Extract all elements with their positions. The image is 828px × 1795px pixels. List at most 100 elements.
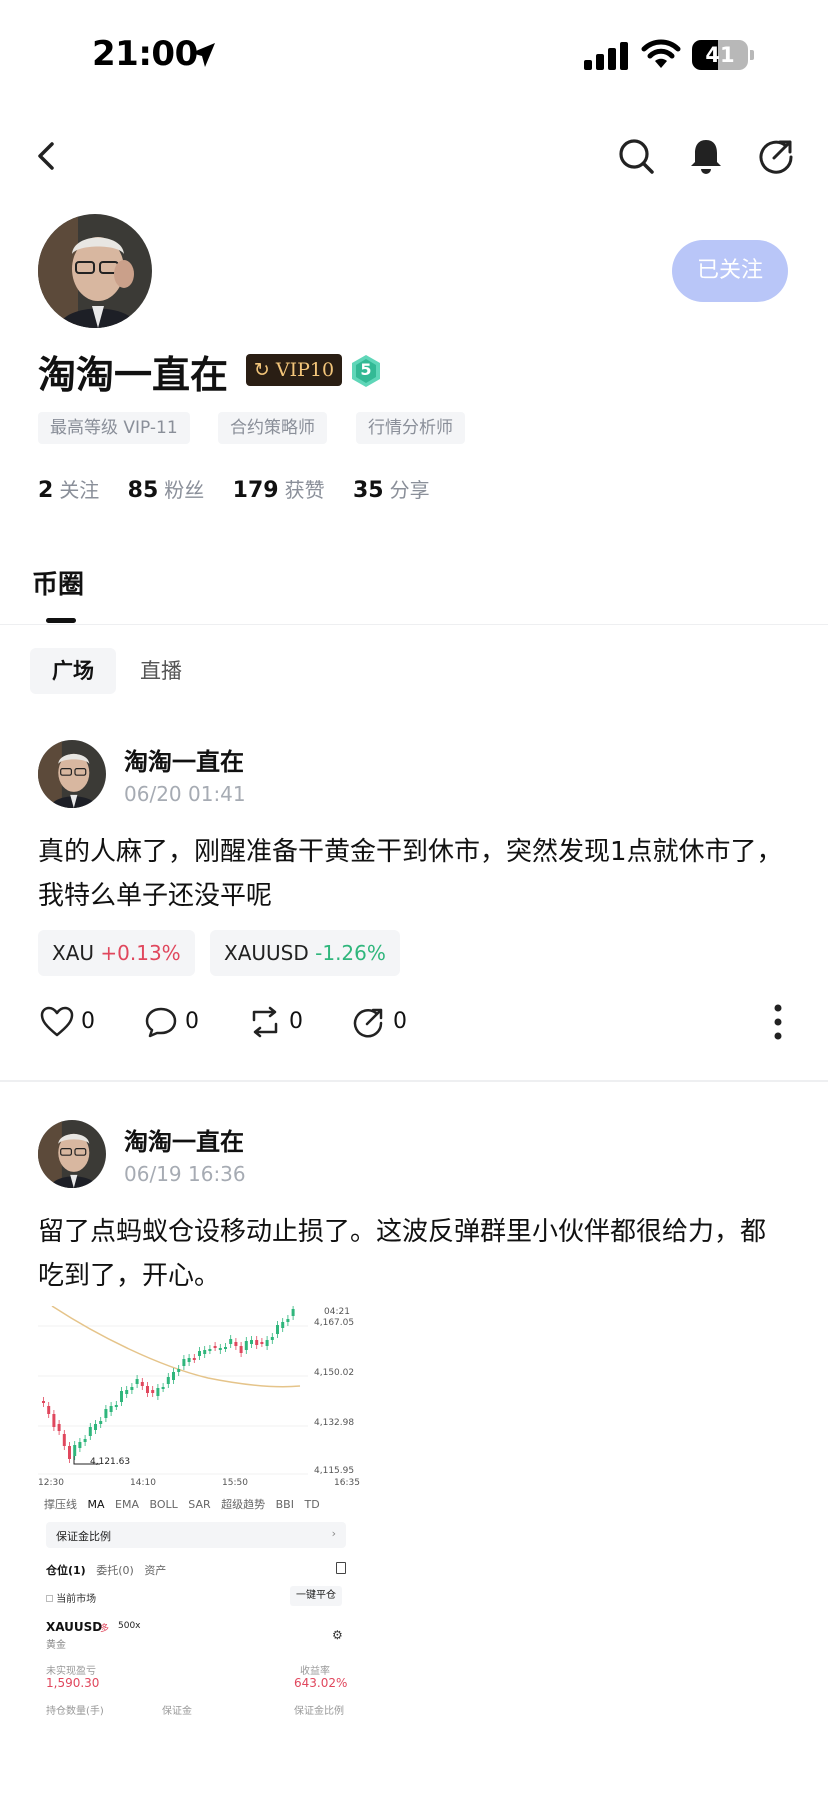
candle-body <box>229 1339 233 1344</box>
like-button[interactable]: 0 <box>40 1002 95 1042</box>
stat-followers[interactable]: 85 粉丝 <box>128 478 227 503</box>
indicator-bar: 撑压线 MA EMA BOLL SAR 超级趋势 BBI TD <box>44 1498 320 1511</box>
position-leverage: 500x <box>118 1621 141 1631</box>
subtab-square[interactable]: 广场 <box>30 648 116 694</box>
post-body[interactable]: 真的人麻了，刚醒准备干黄金干到休市，突然发现1点就休市了，我特么单子还没平呢 <box>38 830 790 918</box>
location-arrow-icon <box>191 43 215 67</box>
vip-badge: ↻ VIP10 <box>246 354 342 386</box>
candle-body <box>78 1442 82 1448</box>
candle-body <box>68 1446 71 1459</box>
repost-icon <box>252 1006 278 1038</box>
bottom-label: 持仓数量(手) <box>46 1706 104 1717</box>
candle-body <box>187 1358 191 1362</box>
back-arrow-icon[interactable] <box>28 136 68 176</box>
ticker-symbol: XAUUSD <box>224 941 309 965</box>
tag-max-level: 最高等级 VIP-11 <box>38 412 190 444</box>
candle-body <box>125 1390 129 1394</box>
stat-likes: 179 获赞 <box>232 478 325 503</box>
battery-indicator: 41 <box>692 40 754 70</box>
bell-icon[interactable] <box>686 136 726 176</box>
candle-body <box>47 1406 51 1414</box>
post-author[interactable]: 淘淘一直在 <box>124 742 244 777</box>
candle-body <box>156 1388 160 1396</box>
document-icon <box>336 1562 346 1574</box>
candle-body <box>62 1434 66 1446</box>
x-tick: 12:30 <box>38 1478 64 1488</box>
candle-body <box>73 1445 77 1456</box>
candle-body <box>203 1350 207 1354</box>
candle-body <box>42 1401 45 1403</box>
candle-body <box>260 1342 264 1344</box>
candle-body <box>218 1348 222 1350</box>
candle-body <box>250 1340 253 1344</box>
candle-body <box>182 1359 186 1366</box>
status-time: 21:00 <box>92 34 198 74</box>
ticker-change: -1.26% <box>315 941 386 965</box>
candle-body <box>94 1424 97 1430</box>
candle-body <box>198 1351 201 1356</box>
candle-body <box>52 1414 56 1427</box>
ticker-chip-xauusd[interactable]: XAUUSD -1.26% <box>210 930 400 976</box>
candle-body <box>286 1319 290 1322</box>
low-price-label: 4,121.63 <box>90 1457 131 1467</box>
asset-name: 黄金 <box>46 1640 66 1651</box>
post-avatar[interactable] <box>38 740 106 808</box>
candle-body <box>104 1409 108 1418</box>
wifi-icon <box>641 39 681 68</box>
pnl-value: 1,590.30 <box>46 1676 100 1690</box>
candle-body <box>213 1346 217 1348</box>
comment-count: 0 <box>185 1009 199 1034</box>
profile-username: 淘淘一直在 <box>38 353 229 397</box>
position-side: 多 <box>100 1624 110 1634</box>
candle-body <box>151 1390 155 1393</box>
roi-label: 收益率 <box>300 1666 330 1677</box>
x-tick: 16:35 <box>334 1478 360 1488</box>
y-tick: 4,132.98 <box>314 1418 355 1428</box>
repost-count: 0 <box>289 1009 303 1034</box>
candle-body <box>234 1342 238 1346</box>
post-avatar[interactable] <box>38 1120 106 1188</box>
current-market-checkbox: 当前市场 <box>46 1590 96 1605</box>
candle-body <box>172 1372 175 1380</box>
post-time: 06/19 16:36 <box>124 1162 246 1186</box>
candle-body <box>99 1421 103 1424</box>
tag-market-analyst: 行情分析师 <box>356 412 465 444</box>
following-button[interactable]: 已关注 <box>672 240 788 302</box>
like-count: 0 <box>81 1009 95 1034</box>
stat-shares: 35 分享 <box>352 478 430 503</box>
stat-following[interactable]: 2 关注 <box>38 478 121 503</box>
post-body[interactable]: 留了点蚂蚁仓设移动止损了。这波反弹群里小伙伴都很给力，都吃到了，开心。 <box>38 1210 790 1298</box>
tab-coin-circle[interactable]: 币圈 <box>32 564 84 601</box>
repost-button[interactable]: 0 <box>248 1002 303 1042</box>
heart-icon <box>40 1006 74 1037</box>
post-image-trading-screenshot[interactable]: 04:21 4,167.05 4,150.02 4,132.98 4,115.9… <box>38 1306 364 1726</box>
candle-body <box>291 1309 295 1316</box>
x-tick: 15:50 <box>222 1478 248 1488</box>
profile-stats: 2 关注 85 粉丝 179 获赞 35 分享 <box>38 474 452 503</box>
tab-underline <box>46 618 76 623</box>
candle-body <box>255 1340 259 1345</box>
tag-contract-strategist: 合约策略师 <box>218 412 327 444</box>
candle-body <box>281 1322 285 1328</box>
post-author[interactable]: 淘淘一直在 <box>124 1122 244 1157</box>
candle-body <box>114 1405 118 1407</box>
x-tick: 14:10 <box>130 1478 156 1488</box>
search-icon[interactable] <box>616 136 656 176</box>
comment-icon <box>145 1007 177 1038</box>
candle-body <box>83 1439 87 1442</box>
y-tick: 04:21 <box>324 1307 350 1317</box>
share-icon[interactable] <box>756 136 796 176</box>
bottom-label: 保证金比例 <box>294 1706 344 1717</box>
more-options-icon[interactable] <box>770 1002 786 1042</box>
level-badge: 5 <box>350 354 382 388</box>
candle-body <box>224 1347 227 1349</box>
candle-body <box>166 1377 170 1384</box>
ticker-chip-xau[interactable]: XAU +0.13% <box>38 930 195 976</box>
subtab-live[interactable]: 直播 <box>140 648 182 694</box>
share-count: 0 <box>393 1009 407 1034</box>
comment-button[interactable]: 0 <box>144 1002 199 1042</box>
candle-body <box>88 1427 92 1436</box>
share-post-button[interactable]: 0 <box>352 1002 407 1042</box>
candle-body <box>192 1358 196 1360</box>
candle-body <box>146 1386 149 1393</box>
